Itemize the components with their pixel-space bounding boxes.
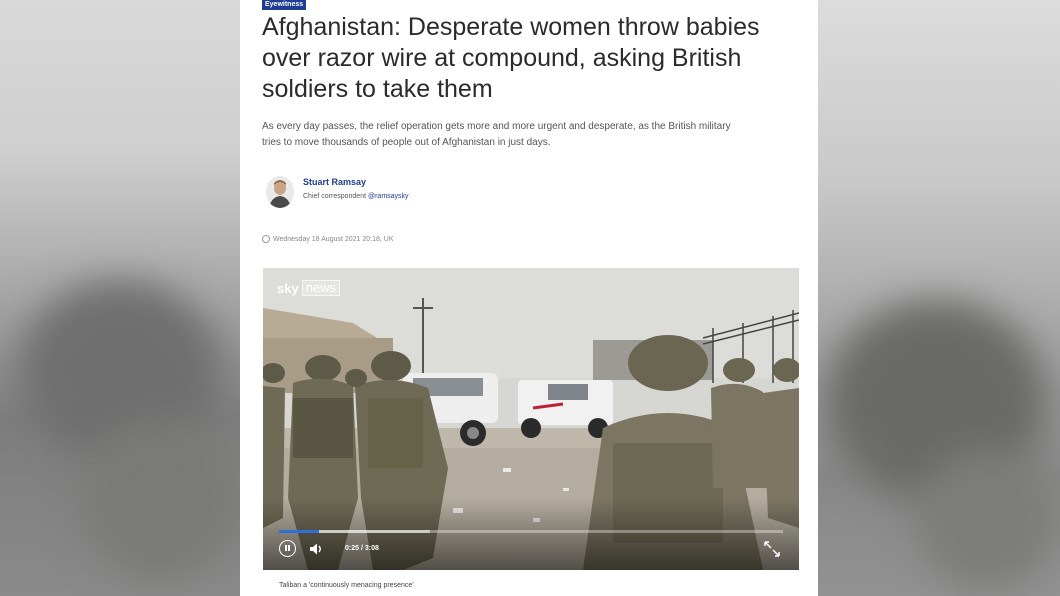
video-caption: Taliban a 'continuously menacing presenc… (279, 582, 414, 589)
section-tag[interactable]: Eyewitness (262, 0, 307, 10)
pause-icon[interactable] (279, 540, 296, 557)
avatar[interactable] (266, 176, 294, 208)
video-player[interactable]: sky news 0:25 / 3:08 (263, 268, 799, 570)
volume-icon[interactable] (309, 542, 325, 556)
publish-date: Wednesday 18 August 2021 20:18, UK (273, 235, 394, 243)
author-title: Chief correspondent (303, 193, 367, 200)
timecode: 0:25 / 3:08 (345, 545, 379, 552)
logo-news: news (301, 280, 341, 296)
progress-bar[interactable] (279, 530, 783, 533)
author-role: Chief correspondent @ramsaysky (303, 193, 409, 200)
clock-icon (262, 235, 270, 243)
sky-news-logo: sky news (277, 280, 341, 296)
left-backdrop (0, 0, 240, 596)
article-page: Eyewitness Afghanistan: Desperate women … (240, 0, 818, 596)
video-frame (263, 268, 799, 570)
standfirst: As every day passes, the relief operatio… (262, 121, 731, 148)
dateline: Wednesday 18 August 2021 20:18, UK (262, 235, 394, 243)
headline: Afghanistan: Desperate women throw babie… (262, 13, 760, 103)
fullscreen-icon[interactable] (763, 540, 781, 558)
author-handle[interactable]: @ramsaysky (368, 193, 409, 200)
logo-sky: sky (277, 280, 299, 296)
author-name[interactable]: Stuart Ramsay (303, 177, 366, 187)
progress-played (279, 530, 320, 533)
right-backdrop (816, 0, 1060, 596)
